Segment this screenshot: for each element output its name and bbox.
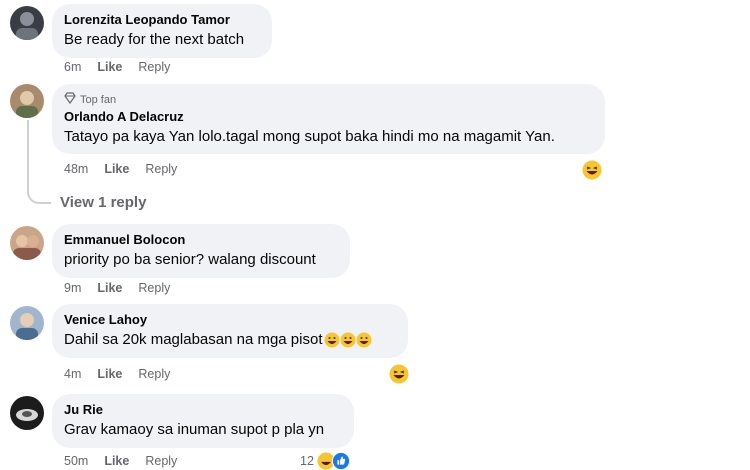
- view-replies-button[interactable]: View 1 reply: [60, 194, 146, 211]
- reply-button[interactable]: Reply: [138, 60, 170, 74]
- avatar[interactable]: [10, 396, 44, 430]
- avatar[interactable]: [10, 6, 44, 40]
- thread-connector: [27, 184, 51, 204]
- comment-bubble: Lorenzita Leopando Tamor Be ready for th…: [52, 4, 272, 58]
- comment-time[interactable]: 48m: [64, 162, 88, 176]
- like-button[interactable]: Like: [104, 454, 129, 468]
- comment-author[interactable]: Venice Lahoy: [64, 312, 396, 328]
- reply-button[interactable]: Reply: [138, 281, 170, 295]
- reply-button[interactable]: Reply: [138, 367, 170, 381]
- top-fan-badge: Top fan: [64, 92, 593, 108]
- comment-text: Be ready for the next batch: [64, 31, 245, 48]
- comment-actions: 4m Like Reply: [64, 367, 170, 381]
- comment-author[interactable]: Orlando A Delacruz: [64, 109, 593, 125]
- haha-reaction-icon: [324, 332, 372, 348]
- comment-actions: 48m Like Reply: [64, 162, 177, 176]
- comment-text: Dahil sa 20k maglabasan na mga pisot: [64, 331, 323, 348]
- comment-author[interactable]: Lorenzita Leopando Tamor: [64, 12, 260, 28]
- comment-bubble: Emmanuel Bolocon priority po ba senior? …: [52, 224, 350, 278]
- reaction-count: 12: [300, 454, 314, 468]
- comment-text: priority po ba senior? walang discount: [64, 251, 316, 268]
- haha-reaction-icon[interactable]: [389, 364, 409, 384]
- comment-time[interactable]: 4m: [64, 367, 81, 381]
- like-button[interactable]: Like: [97, 281, 122, 295]
- badge-label: Top fan: [80, 94, 117, 106]
- comment-bubble: Top fan Orlando A Delacruz Tatayo pa kay…: [52, 84, 605, 154]
- comment-author[interactable]: Emmanuel Bolocon: [64, 232, 338, 248]
- avatar[interactable]: [10, 306, 44, 340]
- comment-author[interactable]: Ju Rie: [64, 402, 342, 418]
- reaction-summary[interactable]: 12: [300, 452, 350, 470]
- comment-actions: 50m Like Reply: [64, 454, 177, 468]
- reply-button[interactable]: Reply: [145, 162, 177, 176]
- comment-actions: 9m Like Reply: [64, 281, 170, 295]
- thread-line: [27, 120, 29, 184]
- like-button[interactable]: Like: [97, 60, 122, 74]
- diamond-icon: [64, 92, 76, 108]
- comment-actions: 6m Like Reply: [64, 60, 170, 74]
- like-button[interactable]: Like: [104, 162, 129, 176]
- comment-time[interactable]: 9m: [64, 281, 81, 295]
- comment-text-row: Dahil sa 20k maglabasan na mga pisot: [64, 330, 396, 350]
- comment-bubble: Ju Rie Grav kamaoy sa inuman supot p pla…: [52, 394, 354, 448]
- haha-reaction-icon[interactable]: [582, 160, 602, 180]
- comment-time[interactable]: 50m: [64, 454, 88, 468]
- reply-button[interactable]: Reply: [145, 454, 177, 468]
- like-button[interactable]: Like: [97, 367, 122, 381]
- comment-bubble: Venice Lahoy Dahil sa 20k maglabasan na …: [52, 304, 408, 358]
- avatar[interactable]: [10, 226, 44, 260]
- comment-text: Grav kamaoy sa inuman supot p pla yn: [64, 421, 325, 438]
- comment-text: Tatayo pa kaya Yan lolo.tagal mong supot…: [64, 128, 555, 145]
- like-reaction-icon: [331, 452, 350, 470]
- avatar[interactable]: [10, 84, 44, 118]
- comment-time[interactable]: 6m: [64, 60, 81, 74]
